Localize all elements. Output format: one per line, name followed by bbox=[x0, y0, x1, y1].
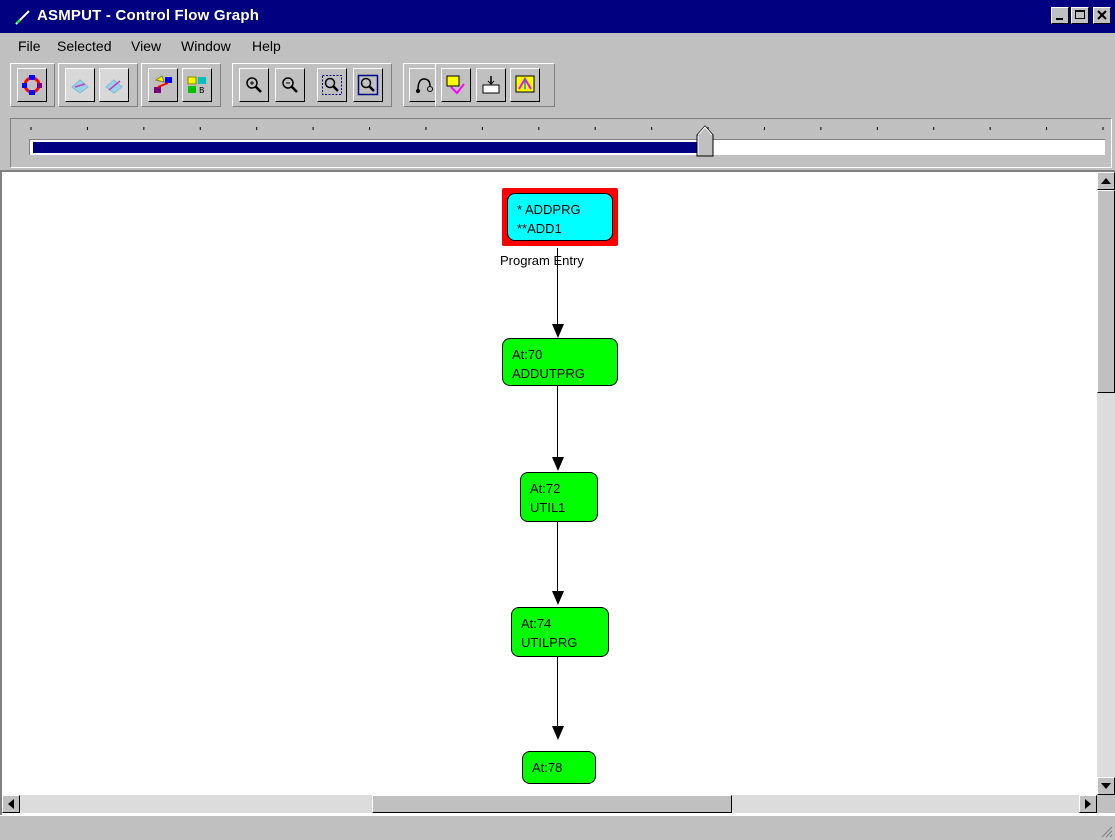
close-button[interactable] bbox=[1093, 7, 1111, 24]
menu-window[interactable]: Window bbox=[181, 38, 231, 54]
app-pencil-icon bbox=[15, 10, 30, 25]
edge-arrow-icon bbox=[552, 726, 564, 740]
route-icon bbox=[416, 78, 433, 93]
collapse-icon bbox=[71, 79, 89, 94]
node-line-2: **ADD1 bbox=[517, 221, 562, 236]
edge-arrow-icon bbox=[552, 457, 564, 471]
menu-view[interactable]: View bbox=[131, 38, 161, 54]
toolbar-group-collapse bbox=[58, 63, 138, 107]
node-line-1: * ADDPRG bbox=[517, 202, 581, 217]
graph-node-at78[interactable]: At:78 bbox=[522, 751, 596, 784]
menu-help[interactable]: Help bbox=[252, 38, 281, 54]
toolbar-group-nodes bbox=[435, 63, 555, 107]
graph-layout-button[interactable] bbox=[17, 68, 47, 102]
arrow-up-icon bbox=[1101, 178, 1111, 184]
zoom-in-button[interactable] bbox=[239, 68, 269, 102]
slider-track bbox=[29, 139, 1105, 155]
expand-button[interactable] bbox=[99, 68, 129, 102]
zoom-window-button[interactable] bbox=[353, 68, 383, 102]
overview-button[interactable] bbox=[510, 68, 540, 102]
insert-node-icon bbox=[482, 76, 500, 94]
zoom-fit-button[interactable] bbox=[317, 68, 347, 102]
edge-arrow-icon bbox=[552, 591, 564, 605]
status-bar bbox=[0, 815, 1115, 840]
slider-fill bbox=[33, 142, 707, 153]
close-icon bbox=[1097, 10, 1107, 20]
toolbar-group-select: B bbox=[141, 63, 221, 107]
control-flow-graph: * ADDPRG **ADD1 Program Entry At:70 ADDU… bbox=[2, 172, 1097, 795]
edge-arrow-icon bbox=[552, 324, 564, 338]
arrow-down-icon bbox=[1101, 783, 1111, 789]
zoom-out-icon bbox=[282, 77, 298, 93]
resize-grip-icon[interactable] bbox=[1099, 824, 1113, 838]
node-line-1: At:72 bbox=[530, 481, 561, 496]
overview-icon bbox=[515, 75, 535, 93]
window-controls bbox=[1051, 7, 1111, 24]
slider-thumb[interactable] bbox=[695, 123, 715, 157]
graph-edge-70-72 bbox=[557, 386, 558, 464]
graph-node-at70[interactable]: At:70 ADDUTPRG bbox=[502, 338, 618, 386]
toolbar-group-layout bbox=[10, 63, 55, 107]
zoom-window-icon bbox=[357, 74, 379, 96]
insert-node-button[interactable] bbox=[476, 68, 506, 102]
minimize-icon bbox=[1056, 18, 1063, 20]
maximize-icon bbox=[1075, 10, 1085, 19]
horizontal-scrollbar[interactable] bbox=[2, 795, 1097, 813]
title-bar: ASMPUT - Control Flow Graph bbox=[0, 0, 1115, 33]
menu-file[interactable]: File bbox=[18, 38, 41, 54]
node-properties-button[interactable] bbox=[441, 68, 471, 102]
zoom-fit-icon bbox=[322, 75, 342, 95]
toolbar-group-zoom bbox=[232, 63, 392, 107]
zoom-out-button[interactable] bbox=[275, 68, 305, 102]
graph-node-at74[interactable]: At:74 UTILPRG bbox=[511, 607, 609, 657]
graph-layout-icon bbox=[22, 75, 42, 95]
program-entry-label: Program Entry bbox=[500, 253, 584, 268]
scroll-corner bbox=[1097, 795, 1115, 813]
graph-node-at72[interactable]: At:72 UTIL1 bbox=[520, 472, 598, 522]
window-title: ASMPUT - Control Flow Graph bbox=[37, 7, 260, 24]
scroll-down-button[interactable] bbox=[1097, 777, 1115, 795]
arrow-right-icon bbox=[1085, 799, 1091, 809]
scroll-right-button[interactable] bbox=[1079, 795, 1097, 813]
legend-button[interactable]: B bbox=[182, 68, 212, 102]
scroll-up-button[interactable] bbox=[1097, 172, 1115, 190]
graph-edge-72-74 bbox=[557, 522, 558, 598]
expand-icon bbox=[105, 79, 123, 94]
menu-bar: File Selected View Window Help bbox=[0, 33, 1115, 59]
menu-selected[interactable]: Selected bbox=[57, 38, 111, 54]
node-line-2: UTIL1 bbox=[530, 500, 566, 515]
graph-node-entry[interactable]: * ADDPRG **ADD1 bbox=[507, 193, 613, 241]
vertical-scrollbar[interactable] bbox=[1097, 172, 1115, 813]
node-line-1: At:70 bbox=[512, 347, 543, 362]
graph-depth-slider[interactable] bbox=[10, 118, 1112, 168]
graph-canvas[interactable]: * ADDPRG **ADD1 Program Entry At:70 ADDU… bbox=[0, 170, 1115, 815]
node-properties-icon bbox=[446, 75, 465, 95]
select-path-button[interactable] bbox=[148, 68, 178, 102]
zoom-in-icon bbox=[246, 77, 262, 93]
legend-icon: B bbox=[187, 76, 206, 95]
svg-text:B: B bbox=[199, 86, 205, 95]
node-line-1: At:74 bbox=[521, 616, 552, 631]
scroll-left-button[interactable] bbox=[2, 795, 20, 813]
minimize-button[interactable] bbox=[1051, 7, 1069, 24]
collapse-button[interactable] bbox=[65, 68, 95, 102]
graph-edge-74-78 bbox=[557, 657, 558, 733]
node-line-1: At:78 bbox=[532, 760, 563, 775]
maximize-button[interactable] bbox=[1071, 7, 1089, 24]
select-path-icon bbox=[154, 75, 172, 93]
arrow-left-icon bbox=[8, 799, 14, 809]
node-line-2: ADDUTPRG bbox=[512, 366, 585, 381]
node-line-2: UTILPRG bbox=[521, 635, 578, 650]
vertical-scroll-thumb[interactable] bbox=[1097, 190, 1115, 393]
horizontal-scroll-thumb[interactable] bbox=[372, 795, 732, 813]
